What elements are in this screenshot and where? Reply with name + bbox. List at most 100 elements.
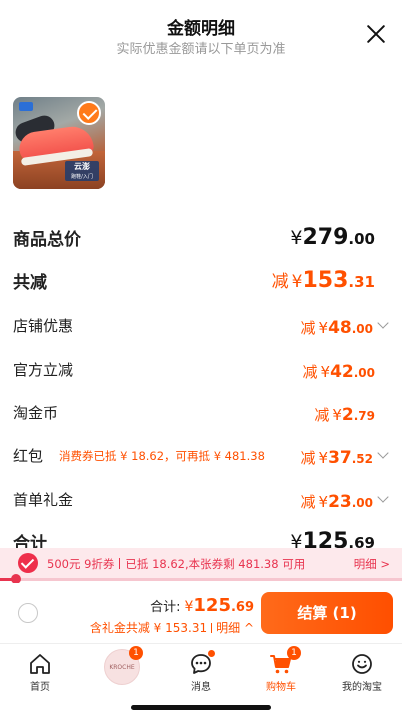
amount-integer: 279 [302,225,349,250]
row-label: 淘金币 [13,404,59,422]
tab-label: 消息 [191,682,211,693]
row-amount: 减 ¥48.00 [301,317,374,338]
home-indicator [131,705,271,710]
coupon-check-icon[interactable] [18,553,38,573]
avatar-brand-text: KROCHE [109,664,135,671]
sum-integer: 125 [193,595,231,616]
amount-currency: ¥ [291,272,303,292]
sum-decimal: .69 [230,600,254,615]
row-label: 首单礼金 [13,491,74,509]
amount-integer: 42 [330,362,354,382]
divider [211,623,213,633]
chevron-down-icon[interactable] [377,447,389,459]
discount-text: 含礼金共减 ¥ 153.31 [89,621,208,635]
amount-integer: 37 [328,448,352,468]
badge: 1 [129,646,143,660]
unread-dot [208,650,215,657]
row-amount: ¥279.00 [290,225,375,250]
cart-icon: 1 [269,646,301,676]
row-label: 店铺优惠 [13,317,74,335]
amount-currency: ¥ [318,493,329,511]
row-amount: 减 ¥2.79 [314,404,375,425]
amount-decimal: .00 [351,496,373,510]
chevron-down-icon[interactable] [377,491,389,503]
amount-decimal: .00 [353,366,375,380]
row-first-order-gift[interactable]: 首单礼金 减 ¥23.00 [13,484,389,514]
coupon-text: 500元 9折券 已抵 18.62,本张券剩 481.38 可用 [47,556,305,572]
row-red-packet[interactable]: 红包 消费券已抵 ¥ 18.62，可再抵 ¥ 481.38 减 ¥37.52 [13,440,389,470]
row-label: 商品总价 [13,230,81,250]
amount-integer: 48 [328,318,352,338]
sum-label: 合计: [150,600,181,615]
amount-decimal: .00 [348,230,375,248]
row-goods-total: 商品总价 ¥279.00 [13,222,389,252]
row-amount: 减 ¥42.00 [303,361,376,382]
chevron-down-icon[interactable] [377,317,389,329]
amount-prefix: 减 [300,493,316,511]
selected-check-icon[interactable] [77,101,101,125]
product-tag-main: 云澎 [74,162,90,171]
amount-currency: ¥ [318,319,329,337]
smile-icon [350,652,374,676]
tab-my-taobao[interactable]: 我的淘宝 [327,648,397,694]
chat-icon [189,650,215,676]
page-subtitle: 实际优惠金额请以下单页为准 [116,42,286,57]
coupon-progress-bar [0,574,402,584]
row-amount: 减 ¥153.31 [272,267,375,293]
product-tag-sub: 跑鞋/入门 [71,174,93,180]
row-total-discount: 共减 减 ¥153.31 [13,265,389,295]
checkout-button[interactable]: 结算 (1) [261,592,393,634]
tab-cart[interactable]: 1 购物车 [246,646,316,694]
amount-currency: ¥ [290,227,303,249]
amount-currency: ¥ [320,363,331,381]
row-official-discount: 官方立减 减 ¥42.00 [13,354,389,384]
detail-toggle[interactable]: 明细 ^ [216,621,254,635]
tab-label: 首页 [30,682,50,693]
page-title: 金额明细 [167,19,235,39]
avatar[interactable]: KROCHE 1 [104,646,143,685]
amount-prefix: 减 [300,319,316,337]
badge: 1 [287,646,301,660]
row-amount: 减 ¥23.00 [301,491,374,512]
product-image[interactable]: 云澎跑鞋/入门 [13,97,105,189]
row-taojinbi: 淘金币 减 ¥2.79 [13,397,389,427]
amount-currency: ¥ [332,406,342,424]
amount-decimal: .52 [351,452,373,466]
product-tag: 云澎跑鞋/入门 [65,161,99,181]
tab-messages[interactable]: 消息 [166,648,236,694]
coupon-bar[interactable]: 500元 9折券 已抵 18.62,本张券剩 481.38 可用 明细 > [0,548,402,578]
row-label: 共减 [13,273,47,293]
coupon-name: 500元 9折券 [47,557,115,571]
amount-prefix: 减 [300,449,316,467]
coupon-usage: 已抵 18.62,本张券剩 481.38 可用 [125,557,306,571]
tab-home[interactable]: 首页 [5,648,75,694]
row-amount: 减 ¥37.52 [301,447,374,468]
amount-decimal: .79 [353,409,375,423]
amount-integer: 2 [341,405,354,425]
select-all-radio[interactable] [18,603,38,623]
tab-label: 我的淘宝 [342,682,382,693]
amount-currency: ¥ [318,449,329,467]
amount-decimal: .00 [351,322,373,336]
amount-prefix: 减 [302,363,318,381]
tab-label: 购物车 [266,682,296,693]
row-label: 红包 [13,447,44,465]
amount-integer: 153 [302,268,349,293]
close-icon[interactable] [366,24,386,44]
checkout-bar: 合计: ¥125.69 含礼金共减 ¥ 153.31 明细 ^ 结算 (1) [0,583,402,643]
row-label: 官方立减 [13,361,74,379]
brand-logo-icon [19,102,33,111]
amount-prefix: 减 [314,406,330,424]
checkout-discount: 含礼金共减 ¥ 153.31 明细 ^ [90,619,254,636]
amount-prefix: 减 [271,272,289,292]
checkout-sum: 合计: ¥125.69 [150,595,254,616]
divider [119,558,121,569]
row-store-discount[interactable]: 店铺优惠 减 ¥48.00 [13,310,389,340]
amount-decimal: .31 [348,273,375,291]
red-packet-note: 消费券已抵 ¥ 18.62，可再抵 ¥ 481.38 [59,449,265,463]
header: 金额明细 实际优惠金额请以下单页为准 [0,0,402,66]
amount-integer: 23 [328,492,352,512]
home-icon [28,652,52,676]
coupon-detail-link[interactable]: 明细 > [354,556,390,572]
tab-bar: 首页 KROCHE 1 消息 1 购物车 我的淘宝 [0,643,402,695]
